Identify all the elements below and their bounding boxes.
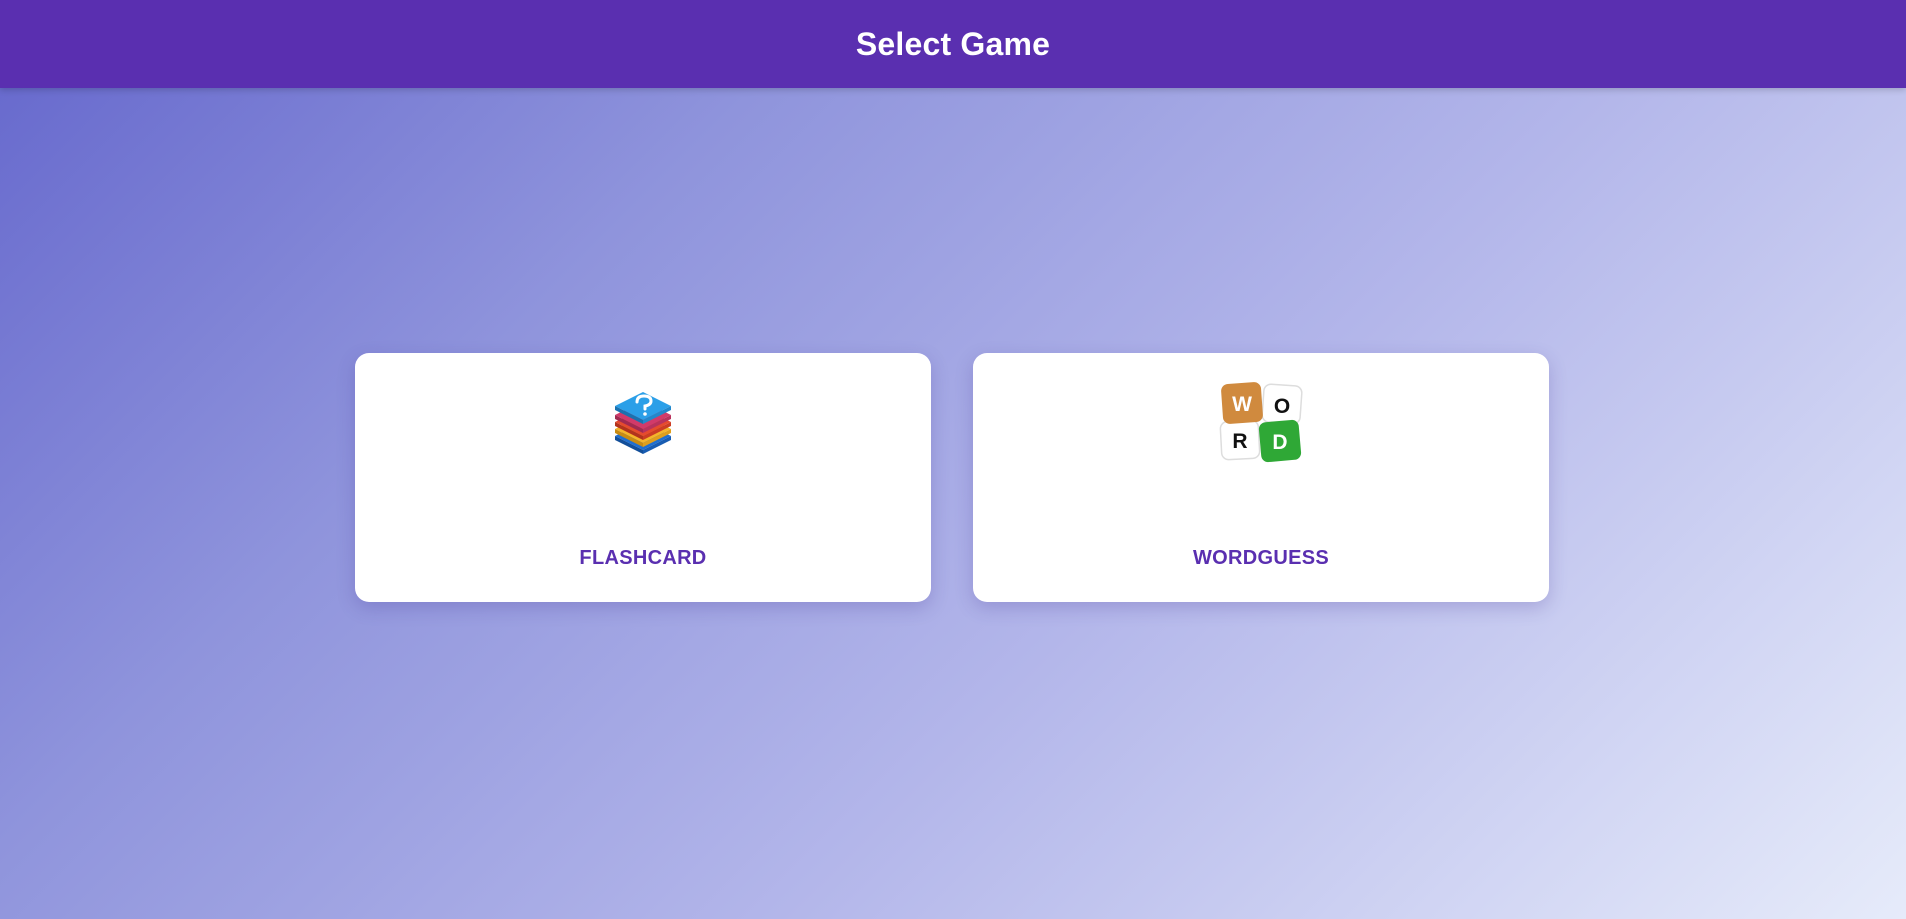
wordguess-game-card[interactable]: W O R D WORDGUESS	[973, 353, 1549, 602]
word-tile-o: O	[1274, 395, 1290, 418]
flashcard-game-card[interactable]: FLASHCARD	[355, 353, 931, 602]
game-card-list: FLASHCARD W O R D WORDGUESS	[355, 353, 1549, 602]
page-title: Select Game	[855, 25, 1051, 62]
top-header: Select Game	[0, 0, 1906, 88]
word-tile-d: D	[1272, 431, 1287, 454]
wordguess-game-label: WORDGUESS	[1192, 547, 1330, 569]
flashcard-game-label: FLASHCARD	[579, 547, 707, 569]
word-tile-r: R	[1232, 430, 1247, 453]
word-tile-w: W	[1232, 393, 1252, 416]
word-tiles-icon: W O R D	[1216, 378, 1306, 468]
flashcard-stack-icon	[598, 378, 688, 468]
